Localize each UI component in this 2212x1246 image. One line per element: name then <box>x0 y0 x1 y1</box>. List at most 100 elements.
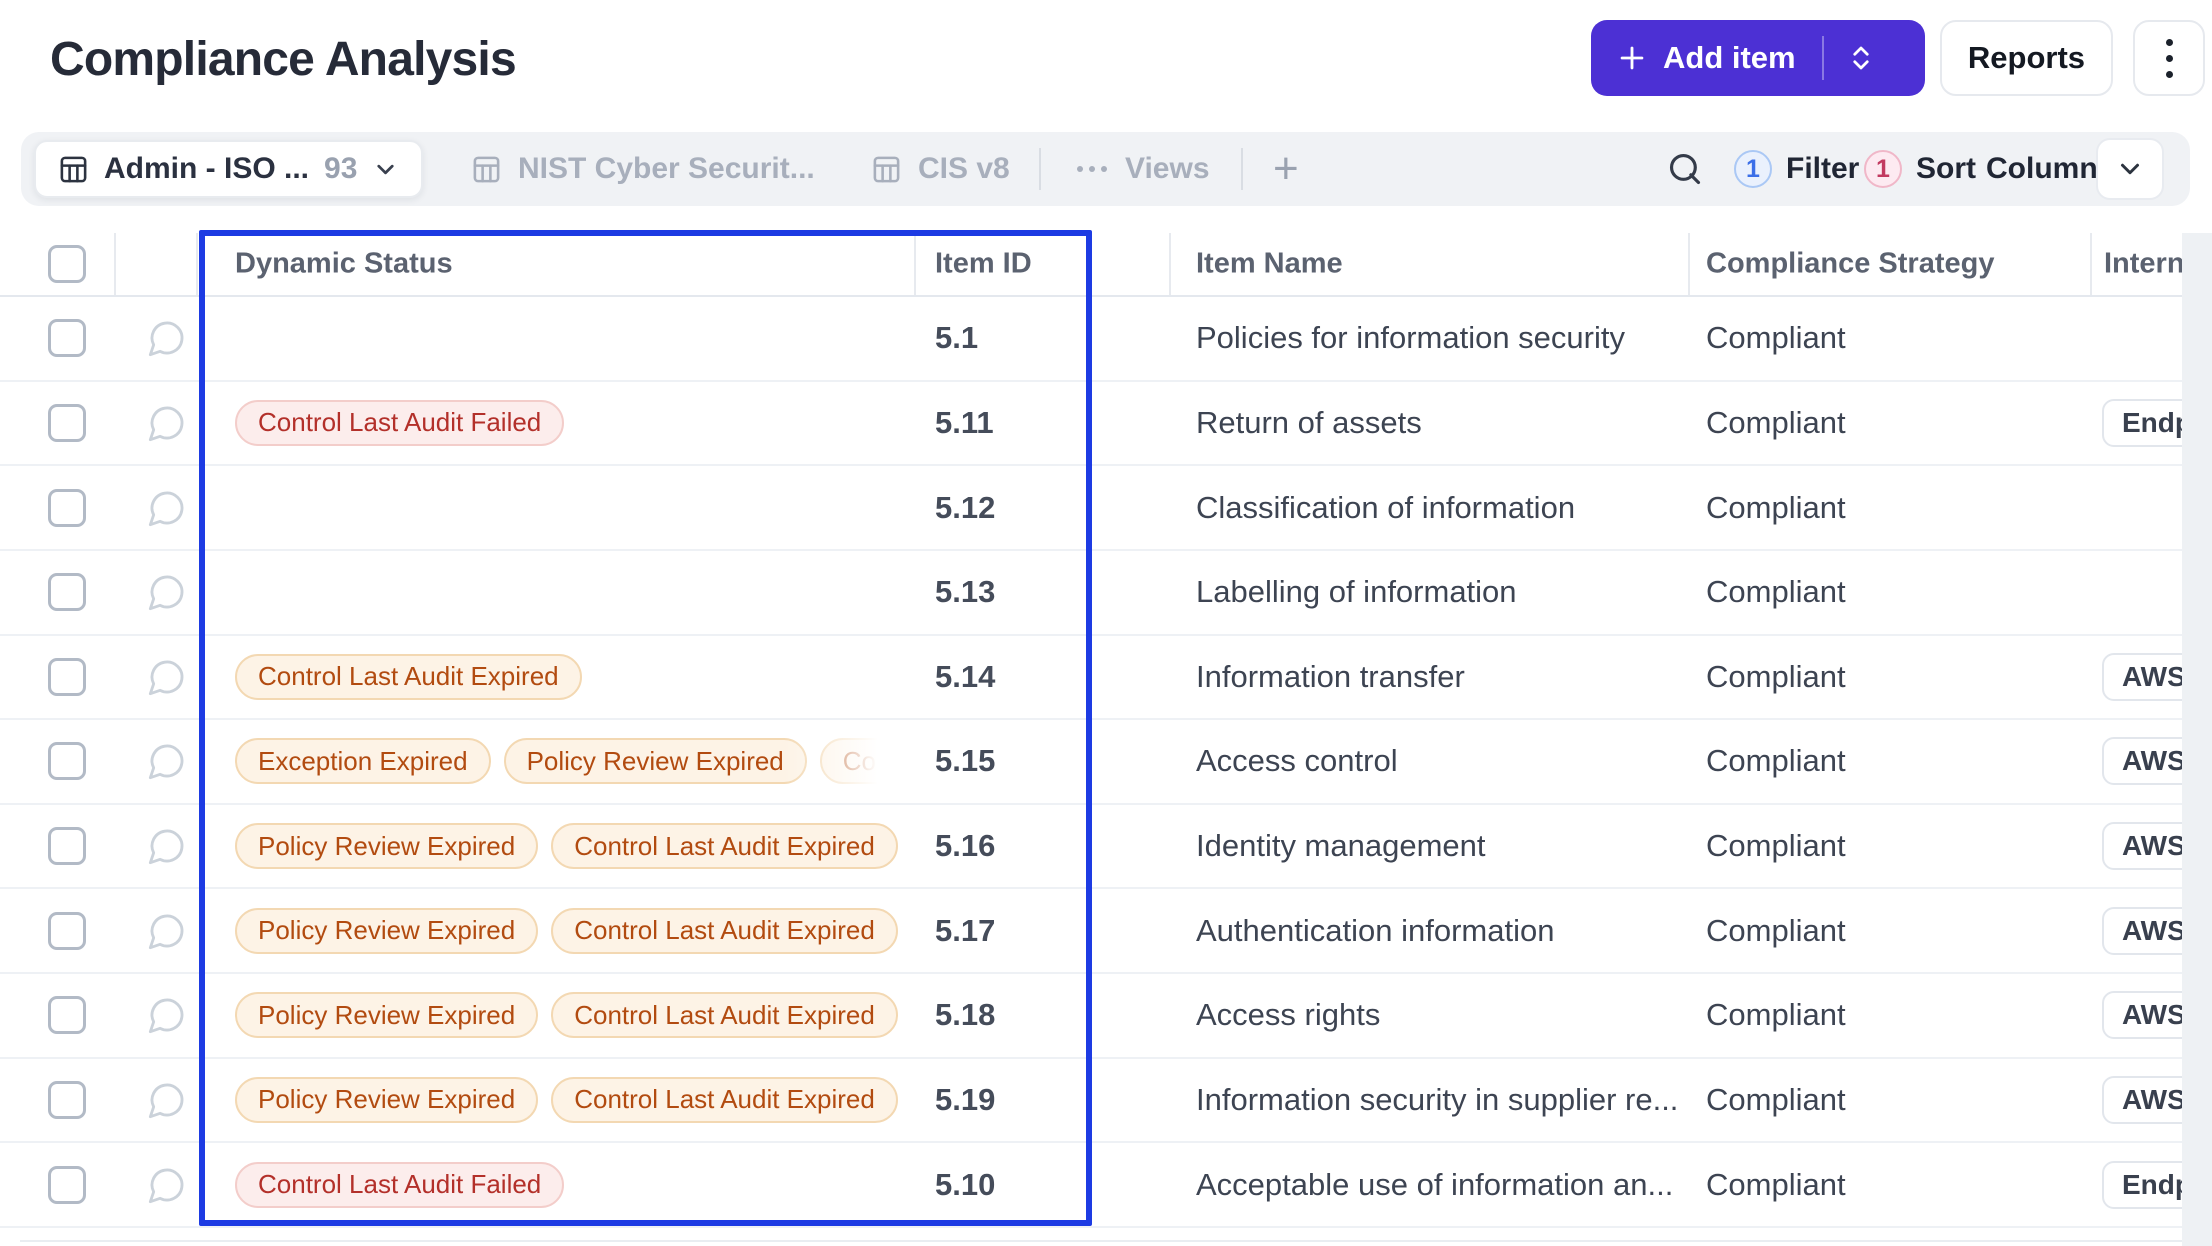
status-badge: Policy Review Expired <box>235 992 539 1039</box>
chevron-down-icon[interactable] <box>372 156 399 183</box>
tab-label: NIST Cyber Securit... <box>518 152 815 185</box>
filter-button[interactable]: Filter <box>1786 152 1859 186</box>
status-badge: Control Last Audit Expired <box>551 907 898 954</box>
row-checkbox[interactable] <box>48 403 86 442</box>
row-checkbox[interactable] <box>48 827 86 866</box>
status-badge: Policy Review Expired <box>503 738 807 785</box>
column-divider <box>914 233 916 295</box>
comment-bubble-icon[interactable] <box>147 911 187 951</box>
compliance-strategy-cell: Compliant <box>1706 997 1846 1033</box>
table-row[interactable]: Exception Expired Policy Review Expired Co… <box>0 720 2212 805</box>
kebab-icon <box>2165 38 2173 46</box>
dynamic-status-cell: Policy Review Expired Control Last Audit … <box>202 889 914 972</box>
compliance-strategy-cell: Compliant <box>1706 489 1846 525</box>
sort-button[interactable]: Sort <box>1916 152 1976 186</box>
table-row[interactable]: Control Last Audit Failed 5.11 Return of… <box>0 382 2212 467</box>
item-name-cell: Identity management <box>1196 828 1486 864</box>
next-row-divider <box>20 1240 2182 1242</box>
chevrons-up-down-icon[interactable] <box>1846 43 1876 73</box>
item-name-cell: Classification of information <box>1196 489 1576 525</box>
row-checkbox[interactable] <box>48 1080 86 1119</box>
column-header-item-id[interactable]: Item ID <box>935 248 1032 281</box>
button-divider <box>1821 36 1824 80</box>
dynamic-status-cell <box>202 297 914 380</box>
compliance-strategy-cell: Compliant <box>1706 1166 1846 1202</box>
comment-bubble-icon[interactable] <box>147 488 187 528</box>
compliance-strategy-cell: Compliant <box>1706 320 1846 356</box>
compliance-strategy-cell: Compliant <box>1706 658 1846 694</box>
reports-button[interactable]: Reports <box>1940 20 2113 96</box>
comment-bubble-icon[interactable] <box>147 318 187 358</box>
item-name-cell: Policies for information security <box>1196 320 1625 356</box>
table-row[interactable]: 5.1 Policies for information security Co… <box>0 297 2212 382</box>
chevron-down-icon <box>2121 163 2139 175</box>
table-grid-icon <box>473 156 500 182</box>
tab-admin-iso[interactable]: Admin - ISO ... 93 <box>34 140 424 198</box>
table-row[interactable]: 5.13 Labelling of information Compliant <box>0 551 2212 636</box>
row-checkbox[interactable] <box>48 488 86 527</box>
status-badge: Control Last Audit Expired <box>235 653 582 700</box>
tab-nist-cyber-security[interactable]: NIST Cyber Securit... <box>471 152 815 186</box>
item-id-cell: 5.16 <box>935 828 996 864</box>
item-id-cell: 5.19 <box>935 1081 996 1117</box>
right-gutter <box>2182 233 2212 1246</box>
table-row[interactable]: Control Last Audit Failed 5.10 Acceptabl… <box>0 1143 2212 1228</box>
comment-bubble-icon[interactable] <box>147 826 187 866</box>
row-checkbox[interactable] <box>48 996 86 1035</box>
table-row[interactable]: Policy Review Expired Control Last Audit … <box>0 974 2212 1059</box>
column-divider <box>1169 233 1171 295</box>
compliance-strategy-cell: Compliant <box>1706 912 1846 948</box>
status-badge: Control Last Audit Expired <box>819 738 914 785</box>
row-checkbox[interactable] <box>48 657 86 696</box>
comment-bubble-icon[interactable] <box>147 1080 187 1120</box>
dynamic-status-cell: Policy Review Expired Control Last Audit … <box>202 1059 914 1142</box>
dynamic-status-cell: Control Last Audit Expired <box>202 636 914 719</box>
add-view-button[interactable]: + <box>1273 147 1299 191</box>
select-all-checkbox[interactable] <box>48 245 86 283</box>
item-name-cell: Labelling of information <box>1196 574 1517 610</box>
tab-cis-v8[interactable]: CIS v8 <box>871 152 1010 186</box>
search-icon[interactable] <box>1666 150 1704 188</box>
comment-bubble-icon[interactable] <box>147 995 187 1035</box>
views-menu[interactable]: Views <box>1077 152 1210 186</box>
view-options-chevron-button[interactable] <box>2096 138 2164 200</box>
ellipsis-icon <box>1077 166 1107 172</box>
comment-bubble-icon[interactable] <box>147 657 187 697</box>
column-header-item-name[interactable]: Item Name <box>1196 248 1343 281</box>
status-badge: Policy Review Expired <box>235 1076 539 1123</box>
row-checkbox[interactable] <box>48 319 86 358</box>
row-checkbox[interactable] <box>48 573 86 612</box>
item-name-cell: Acceptable use of information an... <box>1196 1166 1674 1202</box>
column-header-dynamic-status[interactable]: Dynamic Status <box>235 248 453 281</box>
table-rows: 5.1 Policies for information security Co… <box>0 297 2212 1228</box>
row-checkbox[interactable] <box>48 1165 86 1204</box>
item-id-cell: 5.13 <box>935 574 996 610</box>
item-name-cell: Authentication information <box>1196 912 1555 948</box>
row-checkbox[interactable] <box>48 742 86 781</box>
compliance-strategy-cell: Compliant <box>1706 743 1846 779</box>
comment-bubble-icon[interactable] <box>147 403 187 443</box>
item-id-cell: 5.14 <box>935 658 996 694</box>
column-header-compliance-strategy[interactable]: Compliance Strategy <box>1706 248 1994 281</box>
table-row[interactable]: Policy Review Expired Control Last Audit … <box>0 889 2212 974</box>
compliance-strategy-cell: Compliant <box>1706 404 1846 440</box>
item-name-cell: Information security in supplier re... <box>1196 1081 1676 1117</box>
comment-bubble-icon[interactable] <box>147 1165 187 1205</box>
add-item-button[interactable]: Add item <box>1591 20 1925 96</box>
table-row[interactable]: 5.12 Classification of information Compl… <box>0 466 2212 551</box>
item-id-cell: 5.18 <box>935 997 996 1033</box>
table-row[interactable]: Policy Review Expired Control Last Audit … <box>0 805 2212 890</box>
column-header-internal[interactable]: Intern <box>2104 248 2185 281</box>
column-divider <box>196 233 198 295</box>
page-title: Compliance Analysis <box>50 33 517 86</box>
comment-bubble-icon[interactable] <box>147 572 187 612</box>
comment-bubble-icon[interactable] <box>147 741 187 781</box>
column-divider <box>1688 233 1690 295</box>
table-row[interactable]: Policy Review Expired Control Last Audit … <box>0 1059 2212 1144</box>
more-options-button[interactable] <box>2133 20 2205 96</box>
item-id-cell: 5.15 <box>935 743 996 779</box>
item-id-cell: 5.1 <box>935 320 979 356</box>
table-row[interactable]: Control Last Audit Expired 5.14 Informat… <box>0 636 2212 721</box>
compliance-strategy-cell: Compliant <box>1706 574 1846 610</box>
row-checkbox[interactable] <box>48 911 86 950</box>
